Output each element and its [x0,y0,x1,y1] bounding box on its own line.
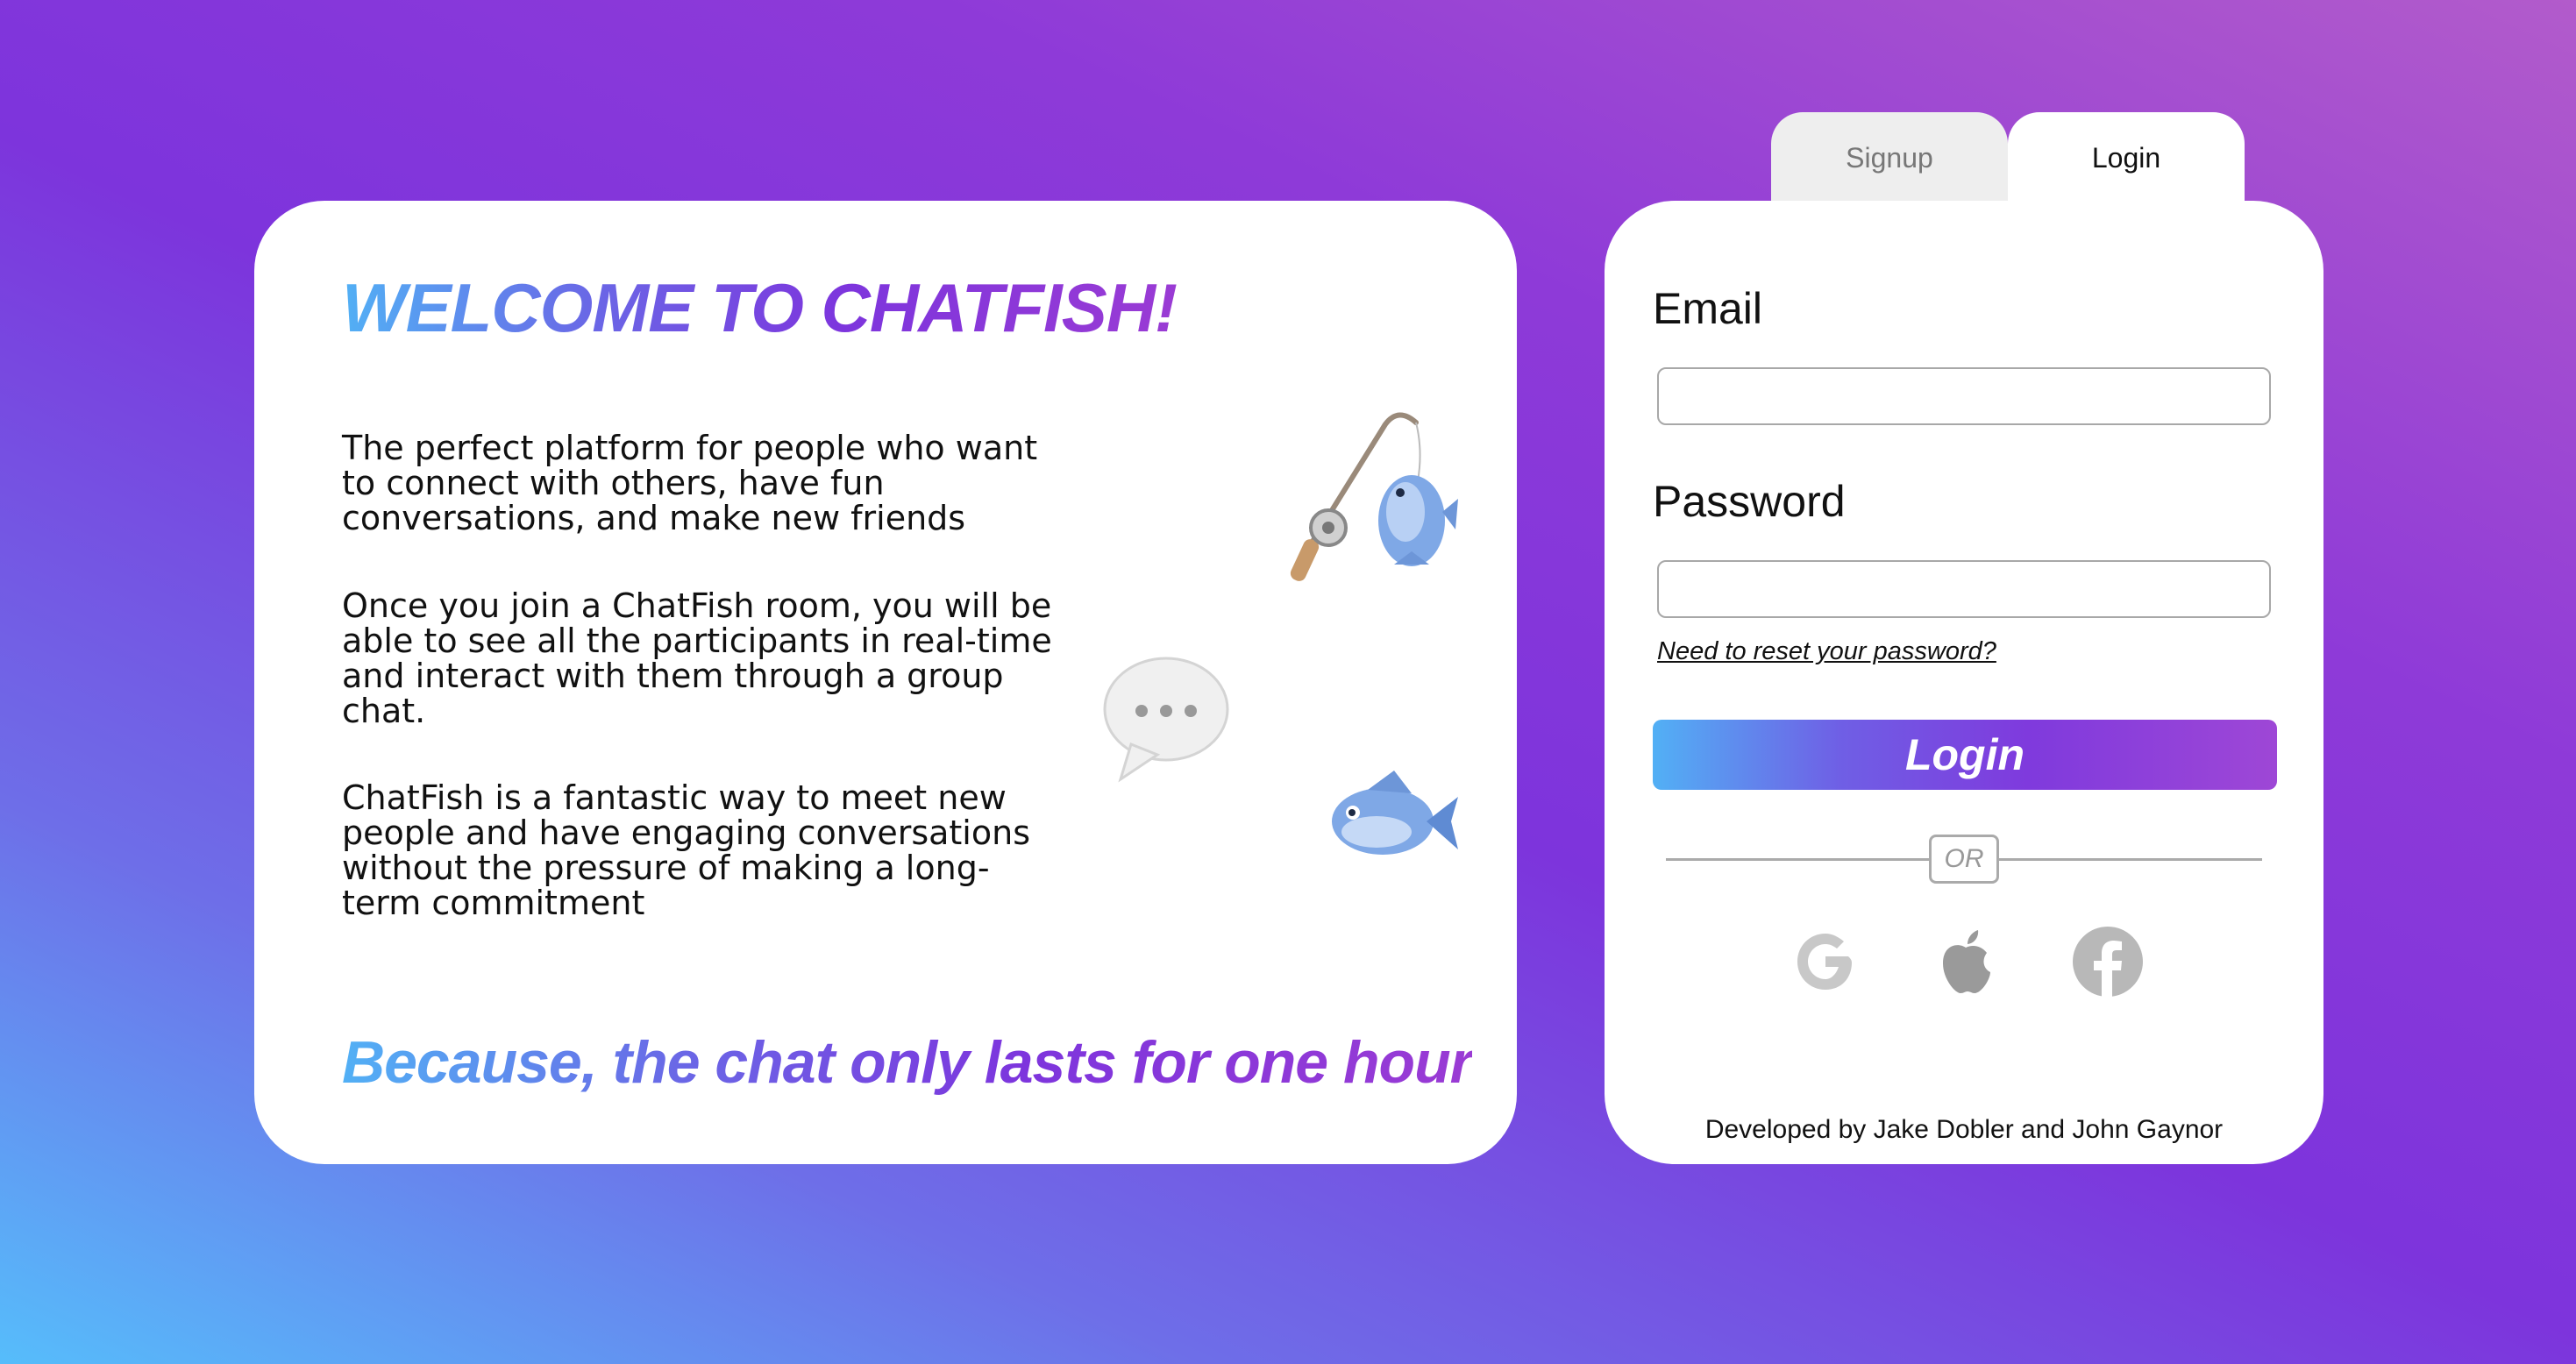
fishing-rod-icon [1290,412,1458,581]
welcome-title: WELCOME TO CHATFISH! [342,264,1178,352]
tab-login[interactable]: Login [2008,112,2245,209]
credits-text: Developed by Jake Dobler and John Gaynor [1704,1115,2224,1144]
divider-line-right [1999,858,2262,861]
facebook-icon[interactable] [2071,925,2145,998]
page: { "welcome": { "title": "WELCOME TO CHAT… [0,0,2576,1364]
room-paragraph: Once you join a ChatFish room, you will … [342,586,1052,730]
or-divider-badge: OR [1929,835,1999,884]
tab-signup[interactable]: Signup [1771,112,2008,209]
apple-icon[interactable] [1929,925,2003,998]
login-card: Email Password Need to reset your passwo… [1605,201,2323,1164]
email-field[interactable] [1657,367,2271,425]
tagline: Because, the chat only lasts for one hou… [342,1023,1473,1102]
email-label: Email [1653,284,1763,333]
google-icon[interactable] [1789,925,1862,998]
intro-paragraph: The perfect platform for people who want… [342,429,1038,537]
password-field[interactable] [1657,560,2271,618]
reset-password-link[interactable]: Need to reset your password? [1657,637,1996,666]
login-button[interactable]: Login [1653,720,2277,790]
speech-bubble-icon [1103,657,1229,783]
divider-line-left [1666,858,1929,861]
benefit-paragraph: ChatFish is a fantastic way to meet new … [342,778,1030,922]
welcome-card: WELCOME TO CHATFISH! The perfect platfor… [254,201,1517,1164]
password-label: Password [1653,477,1846,526]
fish-icon [1332,771,1458,855]
